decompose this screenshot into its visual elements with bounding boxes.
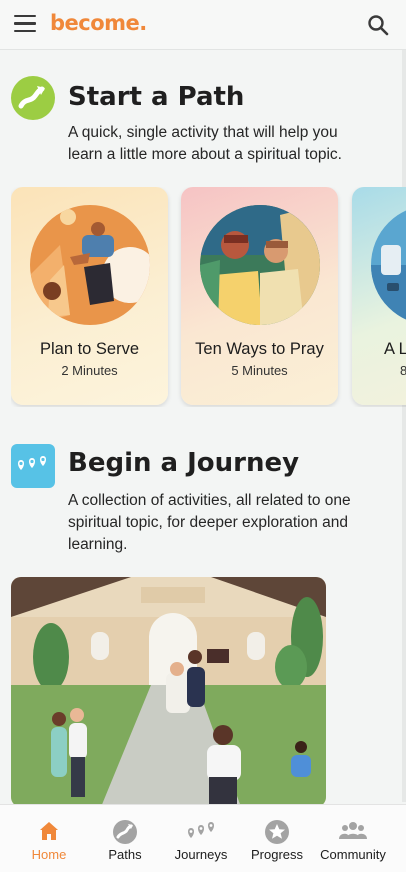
- path-card-duration: 2 Minutes: [61, 363, 118, 378]
- path-description-line: learn a little more about a spiritual to…: [68, 146, 342, 163]
- paths-icon: [113, 820, 137, 844]
- bottom-navigation: Home Paths Journeys Progress Community: [0, 804, 406, 872]
- journey-card[interactable]: [11, 577, 326, 807]
- journey-section-description: A collection of activities, all related …: [68, 490, 351, 556]
- path-card-illustration: [200, 205, 320, 325]
- nav-label: Paths: [108, 847, 142, 862]
- path-card-title: A L: [384, 340, 406, 358]
- path-card[interactable]: A L 8: [352, 187, 406, 405]
- nav-label: Community: [320, 847, 386, 862]
- journeys-icon: [188, 822, 214, 838]
- nav-item-progress[interactable]: Progress: [238, 805, 316, 872]
- path-card-illustration: [30, 205, 150, 325]
- nav-item-home[interactable]: Home: [10, 805, 88, 872]
- path-section-description: A quick, single activity that will help …: [68, 122, 342, 166]
- path-description-line: A quick, single activity that will help …: [68, 124, 338, 141]
- path-card-duration: 8: [400, 363, 406, 378]
- journey-description-line: learning.: [68, 536, 128, 553]
- journey-description-line: A collection of activities, all related …: [68, 492, 351, 509]
- journey-section-header: Begin a Journey: [68, 448, 299, 478]
- journey-card-illustration: [11, 577, 326, 807]
- nav-label: Home: [31, 847, 67, 862]
- app-logo[interactable]: become.: [50, 11, 147, 35]
- search-icon: [368, 15, 389, 36]
- path-cards-carousel[interactable]: Plan to Serve 2 Minutes Ten Ways to Pray…: [11, 187, 406, 407]
- community-icon: [339, 822, 367, 839]
- path-section-title: Start a Path: [68, 82, 245, 112]
- path-card-duration: 5 Minutes: [231, 363, 288, 378]
- hamburger-menu-icon: [14, 15, 36, 33]
- search-button[interactable]: [366, 13, 390, 37]
- journey-pins-icon: [11, 444, 55, 488]
- nav-item-paths[interactable]: Paths: [86, 805, 164, 872]
- menu-button[interactable]: [14, 15, 36, 33]
- progress-star-icon: [265, 820, 289, 844]
- path-card-title: Ten Ways to Pray: [195, 340, 324, 358]
- path-card[interactable]: Plan to Serve 2 Minutes: [11, 187, 168, 405]
- journey-section-title: Begin a Journey: [68, 448, 300, 478]
- journey-description-line: spiritual topic, for deeper exploration …: [68, 514, 349, 531]
- home-icon: [40, 822, 58, 840]
- path-arrow-icon: [11, 76, 55, 120]
- nav-item-community[interactable]: Community: [314, 805, 392, 872]
- path-card[interactable]: Ten Ways to Pray 5 Minutes: [181, 187, 338, 405]
- path-card-title: Plan to Serve: [39, 340, 140, 358]
- path-section-header: Start a Path: [68, 82, 244, 112]
- nav-item-journeys[interactable]: Journeys: [162, 805, 240, 872]
- path-card-illustration: [371, 205, 406, 325]
- nav-label: Journeys: [174, 847, 228, 862]
- nav-label: Progress: [250, 847, 304, 862]
- scrollbar[interactable]: [402, 50, 406, 802]
- app-bar: become.: [0, 0, 406, 50]
